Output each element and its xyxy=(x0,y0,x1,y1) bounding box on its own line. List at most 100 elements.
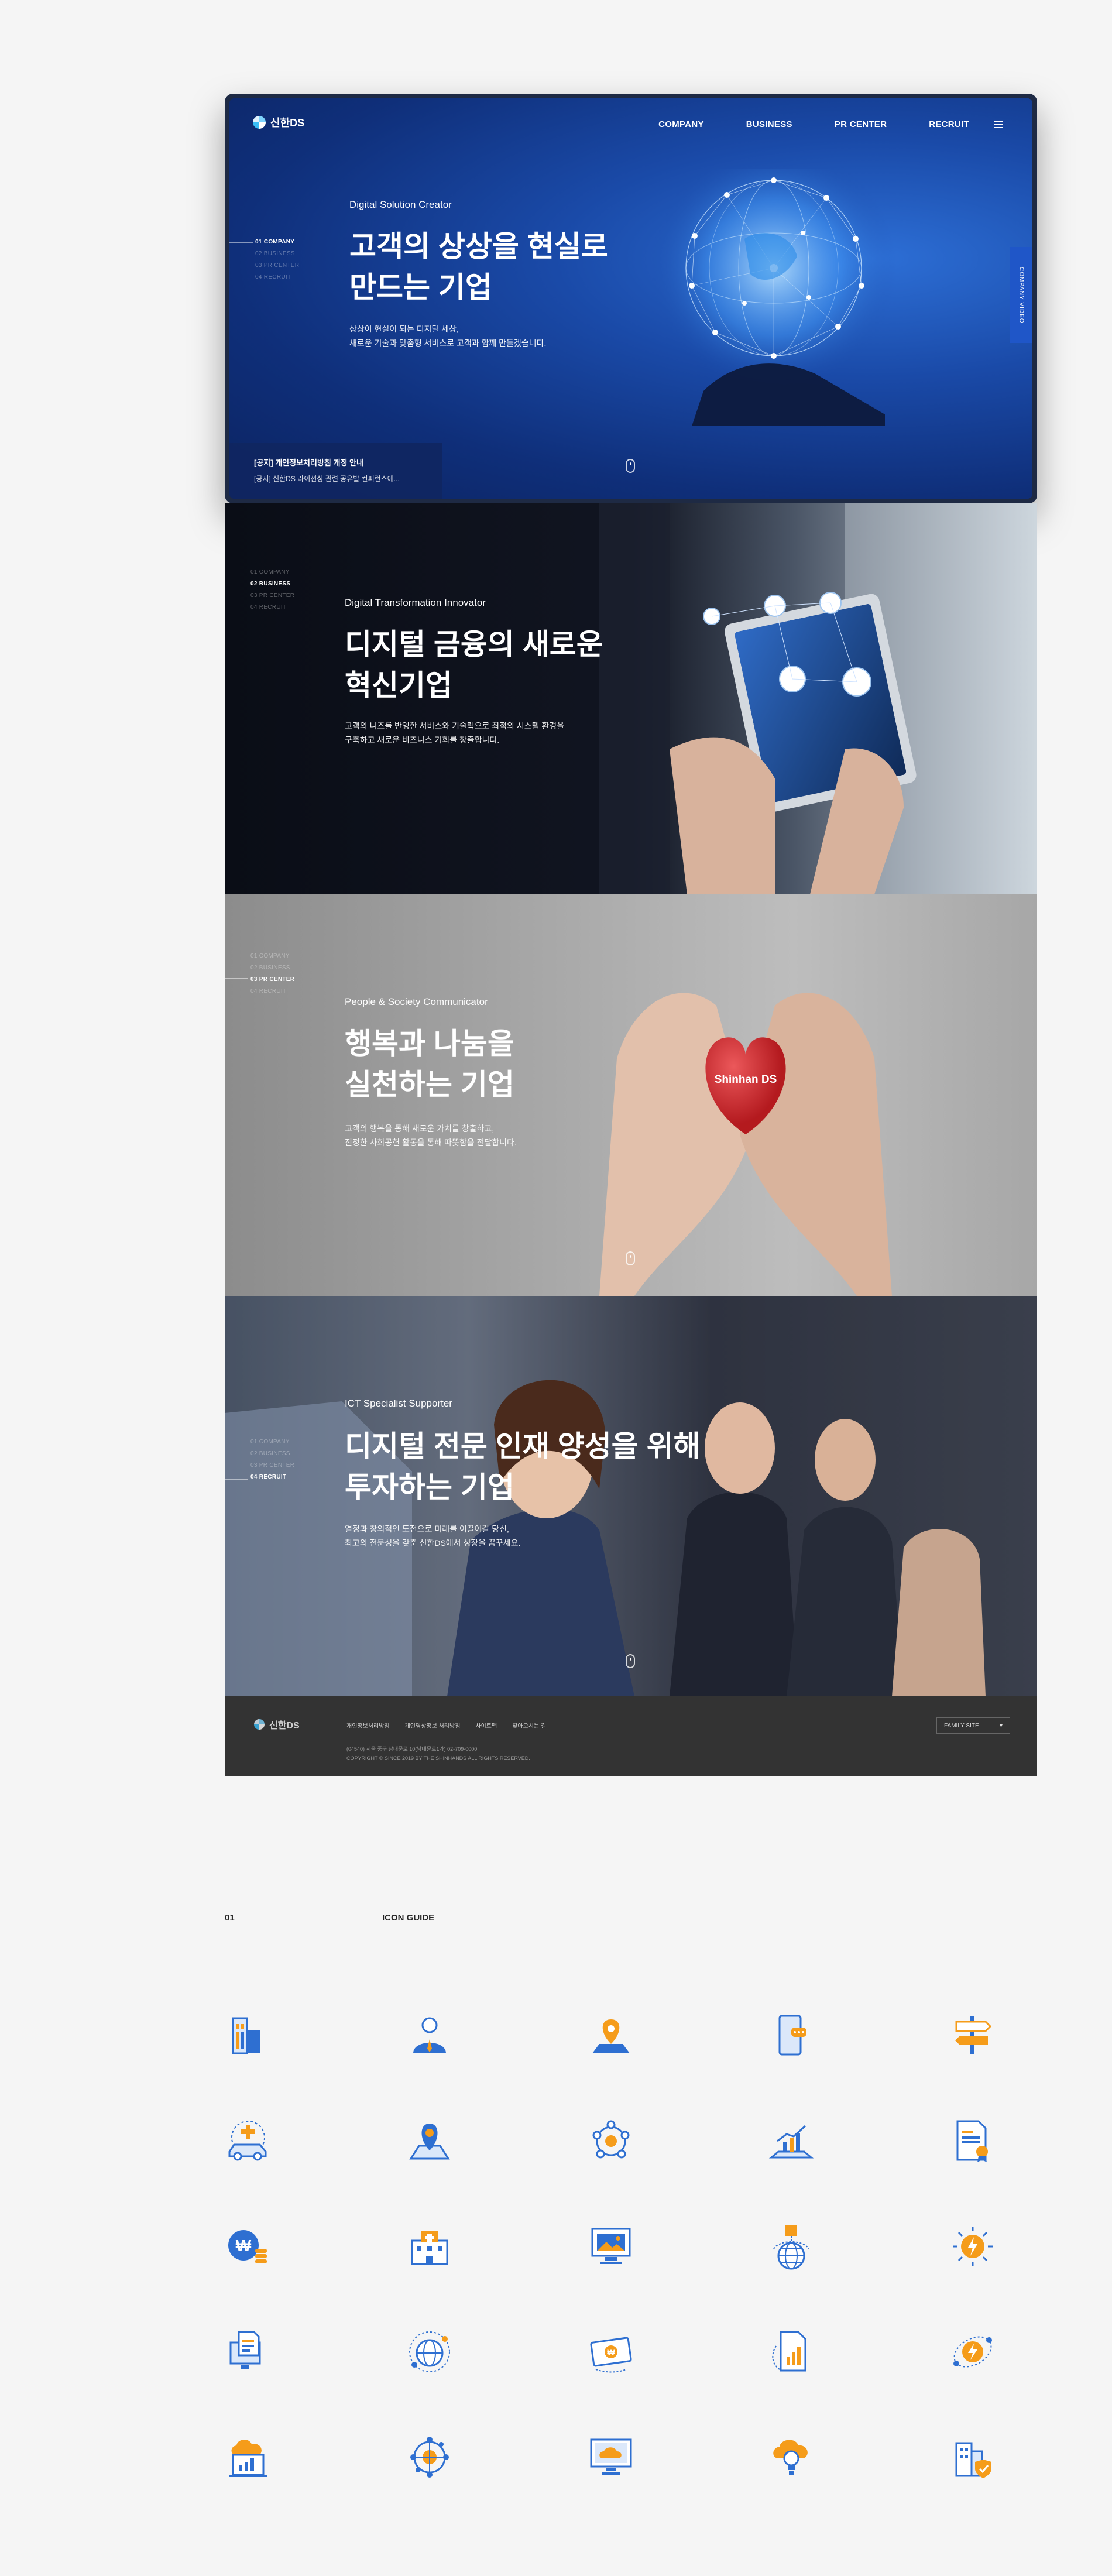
logo-mark-icon xyxy=(253,116,266,129)
monitor-image-icon xyxy=(582,2217,640,2276)
sidenav-item-recruit[interactable]: 04 RECRUIT xyxy=(250,988,294,994)
section-copy: 고객의 행복을 통해 새로운 가치를 창출하고, 진정한 사회공헌 활동을 통해… xyxy=(345,1121,517,1150)
nav-company[interactable]: COMPANY xyxy=(658,119,704,129)
globe-orbit-icon xyxy=(400,2323,459,2381)
sidenav-item-recruit[interactable]: 04 RECRUIT xyxy=(250,604,294,610)
won-coin-icon: ₩ xyxy=(219,2217,277,2276)
nav-business[interactable]: BUSINESS xyxy=(746,119,792,129)
signpost-icon xyxy=(943,2006,1002,2065)
cloud-bulb-icon xyxy=(762,2428,821,2486)
section-sidenav: 01 COMPANY 02 BUSINESS 03 PR CENTER 04 R… xyxy=(255,239,299,280)
globe-hand-illustration xyxy=(651,169,897,426)
copy-line-1: 고객의 행복을 통해 새로운 가치를 창출하고, xyxy=(345,1124,495,1133)
sidenav-item-company[interactable]: 01 COMPANY xyxy=(250,569,294,575)
scroll-mouse-icon xyxy=(626,459,635,473)
building-shield-icon xyxy=(943,2428,1002,2486)
hero-section: 신한DS COMPANY BUSINESS PR CENTER RECRUIT … xyxy=(229,98,1032,499)
tablet-hands-illustration xyxy=(599,503,1037,894)
sidenav-item-recruit[interactable]: 04 RECRUIT xyxy=(250,1474,294,1480)
headline-line-2: 만드는 기업 xyxy=(349,271,492,304)
nav-recruit[interactable]: RECRUIT xyxy=(929,119,969,129)
copy-line-2: 진정한 사회공헌 활동을 통해 따뜻함을 전달합니다. xyxy=(345,1138,517,1147)
footer-link-directions[interactable]: 찾아오시는 길 xyxy=(512,1721,546,1730)
headline-line-1: 고객의 상상을 현실로 xyxy=(349,230,608,263)
headline-line-1: 행복과 나눔을 xyxy=(345,1027,514,1060)
location-pin-icon xyxy=(582,2006,640,2065)
header-logo[interactable]: 신한DS xyxy=(253,115,304,130)
company-video-label: COMPANY VIDEO xyxy=(1018,266,1025,324)
icon-guide-title: ICON GUIDE xyxy=(382,1913,435,1923)
section-copy: 열정과 창의적인 도전으로 미래를 이끌어갈 당신, 최고의 전문성을 갖춘 신… xyxy=(345,1522,520,1550)
hospital-icon xyxy=(400,2217,459,2276)
network-globe-icon xyxy=(400,2428,459,2486)
headline-line-2: 실천하는 기업 xyxy=(345,1068,514,1101)
footer-address: (04540) 서울 중구 남대문로 10(남대문로1가) 02-709-000… xyxy=(346,1746,478,1752)
footer-logo[interactable]: 신한DS xyxy=(254,1717,300,1731)
recruit-section: 01 COMPANY 02 BUSINESS 03 PR CENTER 04 R… xyxy=(225,1296,1037,1696)
sidenav-item-company[interactable]: 01 COMPANY xyxy=(250,953,294,959)
company-video-tab[interactable]: COMPANY VIDEO xyxy=(1010,247,1032,343)
sidenav-item-business[interactable]: 02 BUSINESS xyxy=(250,1450,294,1457)
sidenav-item-pr-center[interactable]: 03 PR CENTER xyxy=(255,262,299,269)
notice-line-1[interactable]: [공지] 개인정보처리방침 개정 안내 xyxy=(254,457,418,468)
scroll-mouse-icon xyxy=(626,1654,635,1668)
person-icon xyxy=(400,2006,459,2065)
car-insurance-icon xyxy=(219,2112,277,2170)
headline-line-2: 혁신기업 xyxy=(345,669,452,702)
cloud-chart-icon xyxy=(219,2428,277,2486)
site-footer: 신한DS 개인정보처리방침 개인영상정보 처리방침 사이트맵 찾아오시는 길 (… xyxy=(225,1696,1037,1776)
sidenav-item-business[interactable]: 02 BUSINESS xyxy=(255,251,299,257)
money-card-icon: ₩ xyxy=(582,2323,640,2381)
sidenav-item-business[interactable]: 02 BUSINESS xyxy=(250,965,294,971)
sidenav-indicator xyxy=(225,1479,248,1480)
footer-link-video-privacy[interactable]: 개인영상정보 처리방침 xyxy=(405,1721,461,1730)
section-sidenav-3: 01 COMPANY 02 BUSINESS 03 PR CENTER 04 R… xyxy=(250,953,294,994)
bar-chart-rise-icon xyxy=(762,2112,821,2170)
copy-line-2: 구축하고 새로운 비즈니스 기회를 창출합니다. xyxy=(345,735,500,745)
report-chart-icon xyxy=(762,2323,821,2381)
network-people-icon xyxy=(582,2112,640,2170)
notice-line-2[interactable]: [공지] 신한DS 라이선싱 관련 공유발 컨퍼런스에... xyxy=(254,474,418,483)
footer-link-privacy[interactable]: 개인정보처리방침 xyxy=(346,1721,390,1730)
heart-hands-illustration: Shinhan DS xyxy=(599,993,892,1296)
map-marker-icon xyxy=(400,2112,459,2170)
copy-line-2: 새로운 기술과 맞춤형 서비스로 고객과 함께 만들겠습니다. xyxy=(349,338,547,348)
sidenav-item-business[interactable]: 02 BUSINESS xyxy=(250,581,294,587)
lightning-sun-icon xyxy=(943,2217,1002,2276)
sidenav-item-pr-center[interactable]: 03 PR CENTER xyxy=(250,1462,294,1469)
headline-line-1: 디지털 금융의 새로운 xyxy=(345,628,603,661)
chevron-down-icon: ▾ xyxy=(999,1722,1003,1729)
sidenav-item-company[interactable]: 01 COMPANY xyxy=(255,239,299,245)
globe-box-icon xyxy=(762,2217,821,2276)
section-eyebrow: Digital Transformation Innovator xyxy=(345,597,486,608)
headline-line-2: 투자하는 기업 xyxy=(345,1471,514,1504)
energy-orbit-icon xyxy=(943,2323,1002,2381)
section-headline: 디지털 전문 인재 양성을 위해 투자하는 기업 xyxy=(345,1426,701,1508)
family-site-label: FAMILY SITE xyxy=(944,1722,979,1729)
pr-center-section: Shinhan DS 01 COMPANY 02 BUSINESS 03 PR … xyxy=(225,894,1037,1296)
section-headline: 행복과 나눔을 실천하는 기업 xyxy=(345,1023,514,1105)
family-site-select[interactable]: FAMILY SITE ▾ xyxy=(936,1717,1010,1734)
sidenav-item-pr-center[interactable]: 03 PR CENTER xyxy=(250,976,294,983)
section-copy: 상상이 현실이 되는 디지털 세상, 새로운 기술과 맞춤형 서비스로 고객과 … xyxy=(349,322,546,350)
section-headline: 고객의 상상을 현실로 만드는 기업 xyxy=(349,226,608,308)
sidenav-item-recruit[interactable]: 04 RECRUIT xyxy=(255,274,299,280)
footer-link-sitemap[interactable]: 사이트맵 xyxy=(475,1721,497,1730)
menu-icon[interactable] xyxy=(994,121,1003,128)
logo-text: 신한DS xyxy=(270,117,305,129)
business-section: 01 COMPANY 02 BUSINESS 03 PR CENTER 04 R… xyxy=(225,503,1037,894)
footer-copyright: COPYRIGHT © SINCE 2019 BY THE SHINHANDS … xyxy=(346,1755,530,1761)
nav-pr-center[interactable]: PR CENTER xyxy=(835,119,887,129)
section-eyebrow: Digital Solution Creator xyxy=(349,199,452,210)
scroll-mouse-icon xyxy=(626,1251,635,1265)
footer-info: (04540) 서울 중구 남대문로 10(남대문로1가) 02-709-000… xyxy=(346,1744,530,1763)
footer-logo-mark-icon xyxy=(254,1719,265,1730)
copy-line-1: 열정과 창의적인 도전으로 미래를 이끌어갈 당신, xyxy=(345,1524,509,1534)
document-certificate-icon xyxy=(943,2112,1002,2170)
section-headline: 디지털 금융의 새로운 혁신기업 xyxy=(345,624,603,706)
sidenav-item-pr-center[interactable]: 03 PR CENTER xyxy=(250,592,294,599)
footer-links: 개인정보처리방침 개인영상정보 처리방침 사이트맵 찾아오시는 길 xyxy=(346,1721,546,1730)
sidenav-item-company[interactable]: 01 COMPANY xyxy=(250,1439,294,1445)
notice-box[interactable]: [공지] 개인정보처리방침 개정 안내 [공지] 신한DS 라이선싱 관련 공유… xyxy=(229,443,442,499)
sidenav-indicator xyxy=(229,242,253,243)
